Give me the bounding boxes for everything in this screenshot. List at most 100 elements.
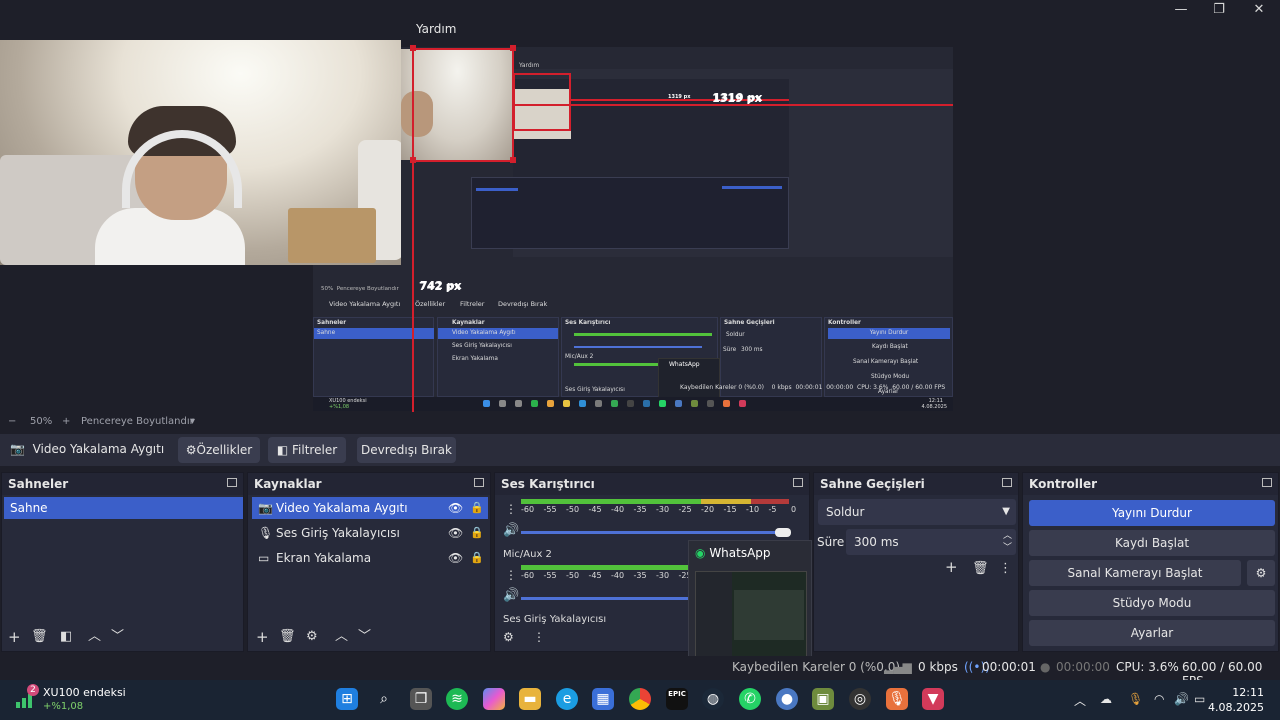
menu-help[interactable]: Yardım bbox=[416, 22, 456, 36]
restore-icon[interactable]: ❐ bbox=[1200, 0, 1238, 20]
undock-icon[interactable] bbox=[1002, 478, 1012, 487]
app-red-icon[interactable]: ▼ bbox=[922, 688, 944, 710]
filters-button[interactable]: ◧ Filtreler bbox=[268, 437, 346, 463]
zoom-out-button[interactable]: − bbox=[8, 416, 16, 427]
visibility-eye-icon[interactable]: 👁 bbox=[448, 497, 463, 519]
meter-scale-tick: -55 bbox=[543, 571, 557, 580]
file-explorer-icon[interactable]: ▬ bbox=[519, 688, 541, 710]
meter-scale-tick: -45 bbox=[588, 571, 602, 580]
zoom-dropdown-icon[interactable]: ▾ bbox=[190, 416, 195, 427]
mixer-menu-icon[interactable]: ⋮ bbox=[533, 629, 545, 645]
meter-scale-tick: -15 bbox=[723, 505, 737, 514]
remove-scene-icon[interactable]: 🗑 bbox=[31, 629, 48, 645]
copilot-icon[interactable] bbox=[483, 688, 505, 710]
channel-menu-icon[interactable]: ⋮ bbox=[505, 501, 517, 517]
visibility-eye-icon[interactable]: 👁 bbox=[448, 547, 463, 569]
clock-time[interactable]: 12:11 bbox=[1232, 686, 1264, 699]
app-globe-icon[interactable]: ● bbox=[776, 688, 798, 710]
stop-streaming-button[interactable]: Yayını Durdur bbox=[1029, 500, 1275, 526]
windows-start-icon[interactable]: ⊞ bbox=[336, 688, 358, 710]
meter-scale-tick: -40 bbox=[611, 571, 625, 580]
undock-icon[interactable] bbox=[474, 478, 484, 487]
mixer-channel-label: Ses Giriş Yakalayıcısı bbox=[503, 614, 607, 625]
add-scene-icon[interactable]: + bbox=[8, 629, 21, 645]
undock-icon[interactable] bbox=[227, 478, 237, 487]
visibility-eye-icon[interactable]: 👁 bbox=[448, 522, 463, 544]
zoom-in-button[interactable]: + bbox=[62, 416, 70, 427]
lock-icon[interactable]: 🔒 bbox=[470, 522, 484, 544]
volume-knob[interactable] bbox=[775, 528, 791, 537]
meter-scale-tick: -60 bbox=[521, 505, 535, 514]
stepper-down-icon[interactable]: ﹀ bbox=[1003, 535, 1012, 561]
move-down-icon[interactable]: ﹀ bbox=[111, 629, 124, 645]
volume-icon[interactable]: 🔊 bbox=[1174, 692, 1189, 706]
lock-icon[interactable]: 🔒 bbox=[470, 547, 484, 569]
obs-icon[interactable]: ◎ bbox=[849, 688, 871, 710]
nested-sources-panel: Kaynaklar Video Yakalama Aygıtı Ses Giri… bbox=[437, 317, 559, 397]
start-virtual-camera-button[interactable]: Sanal Kamerayı Başlat bbox=[1029, 560, 1241, 586]
source-item-audio-input[interactable]: 🎙 Ses Giriş Yakalayıcısı 👁 🔒 bbox=[252, 522, 488, 544]
source-item-screen-capture[interactable]: ▭ Ekran Yakalama 👁 🔒 bbox=[252, 547, 488, 569]
fit-to-window-label[interactable]: Pencereye Boyutlandır bbox=[81, 416, 194, 427]
speaker-icon[interactable]: 🔊 bbox=[503, 523, 519, 539]
minimize-icon[interactable]: — bbox=[1162, 0, 1200, 20]
studio-mode-button[interactable]: Stüdyo Modu bbox=[1029, 590, 1275, 616]
title-bar: — ❐ ✕ bbox=[0, 0, 1280, 22]
tray-microphone-icon[interactable]: 🎙 bbox=[1128, 692, 1143, 706]
whatsapp-icon[interactable]: ✆ bbox=[739, 688, 761, 710]
onedrive-icon[interactable]: ☁ bbox=[1100, 692, 1112, 706]
move-up-icon[interactable]: ︿ bbox=[88, 629, 101, 645]
edge-icon[interactable]: e bbox=[556, 688, 578, 710]
lock-icon[interactable]: 🔒 bbox=[470, 497, 484, 519]
undock-icon[interactable] bbox=[793, 478, 803, 487]
spotify-icon[interactable]: ≋ bbox=[446, 688, 468, 710]
move-down-icon[interactable]: ﹀ bbox=[358, 629, 371, 645]
wifi-icon[interactable]: ◠ bbox=[1154, 692, 1164, 706]
whatsapp-taskbar-preview[interactable]: ◉ WhatsApp bbox=[688, 540, 812, 668]
deactivate-button[interactable]: Devredışı Bırak bbox=[357, 437, 456, 463]
add-transition-icon[interactable]: + bbox=[945, 559, 958, 575]
tray-chevron-icon[interactable]: ︿ bbox=[1074, 692, 1086, 709]
meter-scale-tick: -40 bbox=[611, 505, 625, 514]
properties-button[interactable]: ⚙Özellikler bbox=[178, 437, 260, 463]
webcam-source[interactable] bbox=[0, 40, 401, 265]
store-icon[interactable]: ▦ bbox=[592, 688, 614, 710]
epic-games-icon[interactable]: EPIC bbox=[666, 688, 688, 710]
widget-name[interactable]: XU100 endeksi bbox=[43, 686, 126, 699]
camera-icon: 📷 bbox=[258, 501, 273, 515]
steam-icon[interactable]: ◍ bbox=[702, 688, 724, 710]
microphone-app-icon[interactable]: 🎙 bbox=[886, 688, 908, 710]
remove-source-icon[interactable]: 🗑 bbox=[279, 629, 296, 645]
status-bar: Kaybedilen Kareler 0 (%0.0) ▂▄▆ 0 kbps (… bbox=[0, 656, 1280, 688]
volume-slider[interactable] bbox=[521, 597, 711, 600]
preview-canvas[interactable]: Yardım 1319 px 1319 px 742 px 50% Pencer… bbox=[0, 40, 1280, 412]
virtual-camera-settings-button[interactable]: ⚙ bbox=[1247, 560, 1275, 586]
transition-select[interactable]: Soldur ▼ bbox=[818, 499, 1016, 525]
nested-obs-ui bbox=[471, 177, 789, 249]
duration-input[interactable]: 300 ms ︿ ﹀ bbox=[846, 529, 1016, 555]
channel-menu-icon[interactable]: ⋮ bbox=[505, 567, 517, 583]
close-icon[interactable]: ✕ bbox=[1240, 0, 1278, 20]
scene-item[interactable]: Sahne bbox=[4, 497, 243, 519]
task-view-icon[interactable]: ❐ bbox=[410, 688, 432, 710]
remove-transition-icon[interactable]: 🗑 bbox=[972, 561, 989, 577]
advanced-audio-icon[interactable]: ⚙ bbox=[503, 629, 514, 645]
settings-button[interactable]: Ayarlar bbox=[1029, 620, 1275, 646]
search-icon[interactable]: ⌕ bbox=[373, 688, 395, 710]
source-item-video-capture[interactable]: 📷 Video Yakalama Aygıtı 👁 🔒 bbox=[252, 497, 488, 519]
start-recording-button[interactable]: Kaydı Başlat bbox=[1029, 530, 1275, 556]
source-settings-icon[interactable]: ⚙ bbox=[306, 629, 318, 645]
move-up-icon[interactable]: ︿ bbox=[335, 629, 348, 645]
nested-zoombar: 50% Pencereye Boyutlandır bbox=[321, 286, 399, 292]
scene-filters-icon[interactable]: ◧ bbox=[60, 629, 72, 645]
chrome-icon[interactable] bbox=[629, 688, 651, 710]
add-source-icon[interactable]: + bbox=[256, 629, 269, 645]
obs-window: — ❐ ✕ Yardım Yardım 1319 px 1319 px 742 … bbox=[0, 0, 1280, 720]
transition-menu-icon[interactable]: ⋮ bbox=[999, 561, 1012, 577]
volume-slider[interactable] bbox=[521, 528, 791, 537]
undock-icon[interactable] bbox=[1262, 478, 1272, 487]
battery-icon[interactable]: ▭ bbox=[1194, 692, 1205, 706]
speaker-icon[interactable]: 🔊 bbox=[503, 588, 519, 604]
minecraft-icon[interactable]: ▣ bbox=[812, 688, 834, 710]
clock-date[interactable]: 4.08.2025 bbox=[1208, 701, 1264, 714]
